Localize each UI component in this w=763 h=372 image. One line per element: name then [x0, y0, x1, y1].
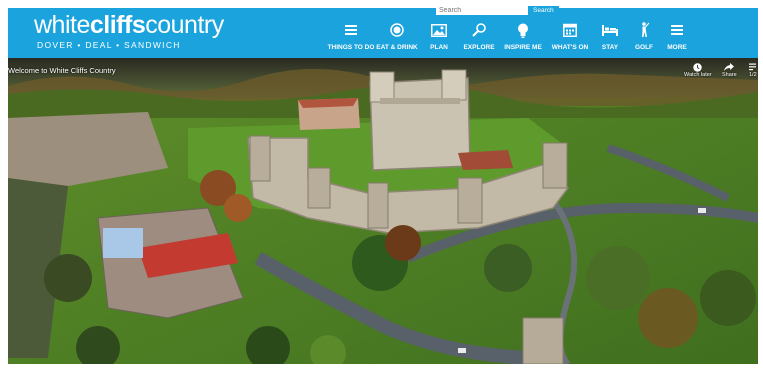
playlist-count: 1/2 — [749, 72, 757, 78]
nav-item-golf[interactable]: GOLF — [628, 20, 660, 56]
menu-lines-icon — [345, 20, 357, 40]
map-icon — [431, 20, 447, 40]
nav-label: WHAT'S ON — [551, 44, 589, 51]
nav-item-more[interactable]: MORE — [660, 20, 694, 56]
plate-icon — [390, 20, 404, 40]
logo-word-cliffs: cliffs — [89, 11, 146, 39]
share-label: Share — [722, 72, 737, 78]
magnifier-icon — [472, 20, 486, 40]
nav-label: THINGS TO DO — [327, 44, 375, 51]
nav-label: INSPIRE ME — [504, 44, 542, 51]
golfer-icon — [638, 20, 650, 40]
main-nav: THINGS TO DO EAT & DRINK PLAN EXPLORE IN… — [326, 20, 694, 56]
logo-wordmark: whitecliffscountry — [34, 11, 224, 39]
search-button[interactable]: Search — [528, 6, 559, 15]
video-player[interactable]: Welcome to White Cliffs Country Watch la… — [8, 58, 758, 364]
clock-icon — [693, 62, 703, 72]
lightbulb-icon — [517, 20, 529, 40]
site-header: whitecliffscountry DOVER • DEAL • SANDWI… — [8, 6, 758, 58]
nav-item-explore[interactable]: EXPLORE — [460, 20, 498, 56]
nav-label: EAT & DRINK — [376, 44, 418, 51]
search-input[interactable] — [436, 6, 528, 15]
nav-item-plan[interactable]: PLAN — [418, 20, 460, 56]
site-logo[interactable]: whitecliffscountry DOVER • DEAL • SANDWI… — [34, 11, 224, 50]
playlist-icon — [749, 62, 757, 72]
castle-aerial-image — [8, 58, 758, 364]
calendar-icon — [563, 20, 577, 40]
video-title: Welcome to White Cliffs Country — [8, 66, 116, 75]
watch-later-button[interactable]: Watch later — [684, 62, 712, 78]
nav-item-things-to-do[interactable]: THINGS TO DO — [326, 20, 376, 56]
nav-item-stay[interactable]: STAY — [592, 20, 628, 56]
logo-tagline: DOVER • DEAL • SANDWICH — [37, 40, 181, 50]
nav-label: STAY — [601, 44, 619, 51]
nav-label: EXPLORE — [463, 44, 495, 51]
nav-label: GOLF — [634, 44, 654, 51]
search-bar: Search — [436, 6, 559, 15]
page: whitecliffscountry DOVER • DEAL • SANDWI… — [0, 0, 763, 372]
nav-item-eat-drink[interactable]: EAT & DRINK — [376, 20, 418, 56]
nav-label: MORE — [667, 44, 687, 51]
nav-item-inspire-me[interactable]: INSPIRE ME — [498, 20, 548, 56]
logo-word-country: country — [145, 11, 224, 39]
share-arrow-icon — [724, 62, 735, 72]
watch-later-label: Watch later — [684, 72, 712, 78]
more-lines-icon — [671, 20, 683, 40]
logo-word-white: white — [34, 11, 90, 39]
nav-item-whats-on[interactable]: WHAT'S ON — [548, 20, 592, 56]
share-button[interactable]: Share — [722, 62, 737, 78]
playlist-button[interactable]: 1/2 — [749, 62, 757, 78]
nav-label: PLAN — [430, 44, 448, 51]
bed-icon — [602, 20, 618, 40]
